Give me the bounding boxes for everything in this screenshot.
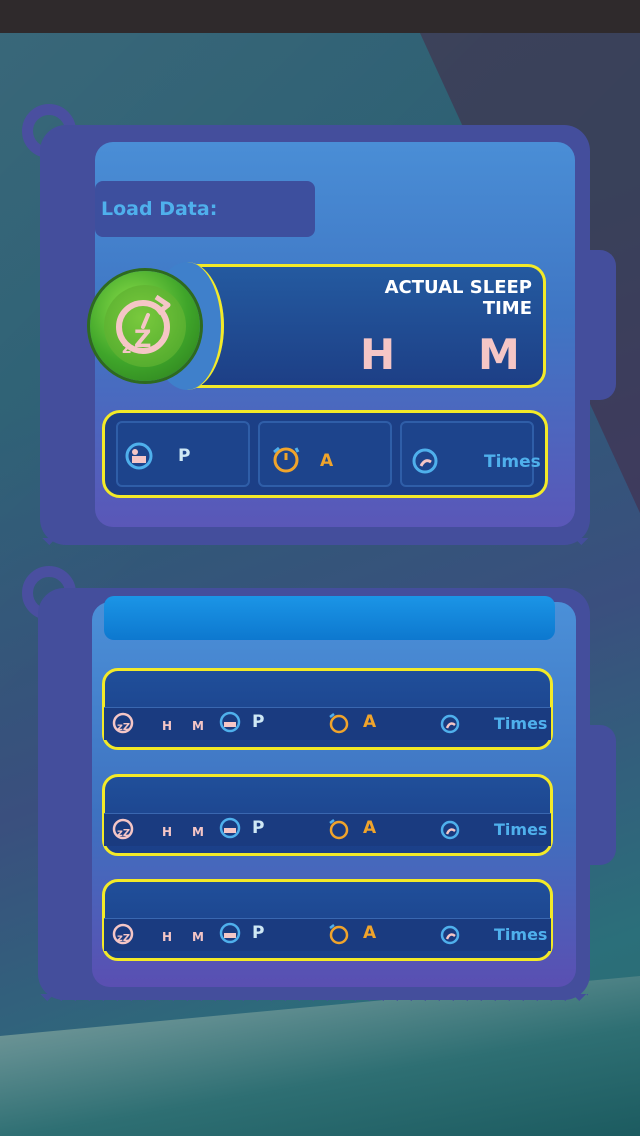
- record-3-p: P: [252, 923, 265, 943]
- record-3-m: M: [192, 930, 204, 944]
- record-3-sleep-icon: zZ: [112, 923, 134, 945]
- sleep-hours-unit: H: [360, 330, 396, 379]
- record-1-p: P: [252, 712, 265, 732]
- record-1-snore-icon: [440, 714, 460, 734]
- record-2-snore-icon: [440, 820, 460, 840]
- record-1-m: M: [192, 719, 204, 733]
- alarm-clock-icon: [273, 446, 300, 473]
- snore-icon: [412, 448, 438, 474]
- records-header-bar: [104, 596, 555, 640]
- stat-p-label: P: [178, 446, 191, 466]
- record-3-a: A: [363, 923, 377, 943]
- svg-text:zZ: zZ: [117, 828, 130, 839]
- record-3-alarm-icon: [329, 924, 349, 945]
- record-1-bed-icon: [219, 711, 241, 733]
- bed-person-icon: [125, 442, 153, 470]
- sleep-zz-clock-icon: z Z: [116, 294, 171, 357]
- record-3-h: H: [162, 930, 173, 944]
- record-1-a: A: [363, 712, 377, 732]
- record-3-times: Times: [494, 925, 548, 944]
- svg-text:Z: Z: [134, 325, 151, 353]
- record-2-m: M: [192, 825, 204, 839]
- svg-text:zZ: zZ: [117, 933, 130, 944]
- record-1-h: H: [162, 719, 173, 733]
- stat-a-label: A: [320, 451, 334, 471]
- status-bar: [0, 0, 640, 33]
- record-3-bed-icon: [219, 922, 241, 944]
- sleep-minutes-unit: M: [478, 330, 520, 379]
- record-3-snore-icon: [440, 925, 460, 945]
- record-1-alarm-icon: [329, 713, 349, 734]
- stat-times-label: Times: [484, 452, 541, 472]
- record-1-times: Times: [494, 714, 548, 733]
- load-data-label: Load Data:: [101, 198, 218, 220]
- record-2-h: H: [162, 825, 173, 839]
- record-2-a: A: [363, 818, 377, 838]
- record-2-sleep-icon: zZ: [112, 818, 134, 840]
- record-2-alarm-icon: [329, 819, 349, 840]
- lower-card-zigzag: [40, 994, 588, 1008]
- record-2-bed-icon: [219, 817, 241, 839]
- top-card-zigzag: [42, 538, 588, 552]
- record-1-sleep-icon: zZ: [112, 712, 134, 734]
- svg-text:z: z: [122, 338, 131, 357]
- record-2-p: P: [252, 818, 265, 838]
- svg-text:zZ: zZ: [117, 722, 130, 733]
- record-2-times: Times: [494, 820, 548, 839]
- actual-sleep-title: ACTUAL SLEEP TIME: [384, 277, 532, 319]
